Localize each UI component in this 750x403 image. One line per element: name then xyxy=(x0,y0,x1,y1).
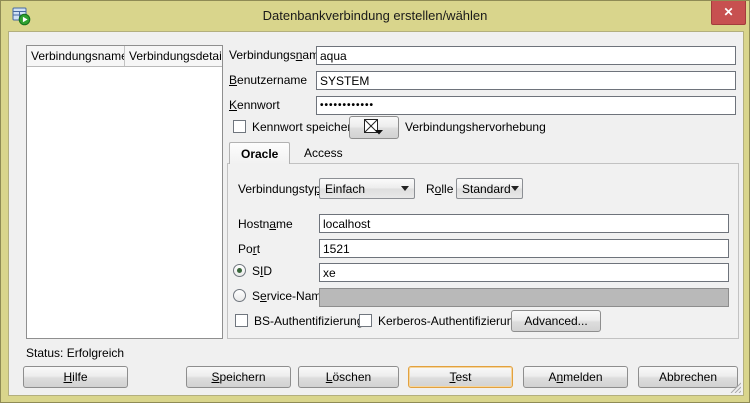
connection-color-button[interactable] xyxy=(349,116,399,139)
connection-type-select[interactable]: Einfach xyxy=(319,178,415,199)
service-name-input xyxy=(319,288,729,307)
dialog-content: Verbindungsname Verbindungsdetails Verbi… xyxy=(8,31,744,396)
database-run-icon xyxy=(11,6,31,26)
status-text: Status: Erfolgreich xyxy=(26,346,124,360)
service-name-radio[interactable] xyxy=(233,289,246,302)
cancel-button[interactable]: Abbrechen xyxy=(638,366,738,388)
sid-radio[interactable] xyxy=(233,264,246,277)
kerberos-authentication-label: Kerberos-Authentifizierung xyxy=(378,315,520,328)
close-icon: ✕ xyxy=(723,5,733,19)
role-label: Rolle xyxy=(426,183,453,196)
database-connection-dialog: Datenbankverbindung erstellen/wählen ✕ V… xyxy=(0,0,750,403)
save-button[interactable]: Speichern xyxy=(186,366,291,388)
password-label: Kennwort xyxy=(229,99,280,112)
close-button[interactable]: ✕ xyxy=(711,1,746,25)
hostname-label: Hostname xyxy=(238,218,293,231)
service-name-label: Service-Name xyxy=(252,290,328,303)
dialog-title: Datenbankverbindung erstellen/wählen xyxy=(1,1,749,31)
os-authentication-label: BS-Authentifizierung xyxy=(254,315,363,328)
chevron-down-icon xyxy=(401,186,409,191)
titlebar[interactable]: Datenbankverbindung erstellen/wählen ✕ xyxy=(1,1,749,31)
username-label: Benutzername xyxy=(229,74,307,87)
username-input[interactable] xyxy=(316,71,736,90)
advanced-button[interactable]: Advanced... xyxy=(511,310,601,332)
connection-highlight-label: Verbindungshervorhebung xyxy=(405,121,546,134)
hostname-input[interactable] xyxy=(319,214,729,233)
no-color-icon xyxy=(363,118,385,138)
connection-type-label: Verbindungstyp xyxy=(238,183,321,196)
delete-button[interactable]: Löschen xyxy=(298,366,399,388)
connect-button[interactable]: Anmelden xyxy=(523,366,628,388)
tab-oracle[interactable]: Oracle xyxy=(229,142,290,164)
chevron-down-icon xyxy=(511,186,519,191)
connections-table-header: Verbindungsname Verbindungsdetails xyxy=(27,46,222,67)
password-input[interactable] xyxy=(316,96,736,115)
connection-name-input[interactable] xyxy=(316,46,736,65)
port-label: Port xyxy=(238,243,260,256)
tab-access[interactable]: Access xyxy=(293,143,354,163)
role-select[interactable]: Standard xyxy=(456,178,523,199)
save-password-label: Kennwort speichern xyxy=(252,121,358,134)
sid-input[interactable] xyxy=(319,263,729,282)
port-input[interactable] xyxy=(319,239,729,258)
connection-name-label: Verbindungsname xyxy=(229,49,326,62)
kerberos-authentication-checkbox[interactable] xyxy=(359,314,372,327)
test-button[interactable]: Test xyxy=(408,366,513,388)
sid-label: SID xyxy=(252,265,272,278)
save-password-checkbox[interactable] xyxy=(233,120,246,133)
column-header-connection-name[interactable]: Verbindungsname xyxy=(27,46,125,66)
help-button[interactable]: Hilfe xyxy=(23,366,128,388)
os-authentication-checkbox[interactable] xyxy=(235,314,248,327)
resize-grip[interactable] xyxy=(728,380,741,393)
column-header-connection-details[interactable]: Verbindungsdetails xyxy=(125,46,222,66)
connections-table[interactable]: Verbindungsname Verbindungsdetails xyxy=(26,45,223,339)
